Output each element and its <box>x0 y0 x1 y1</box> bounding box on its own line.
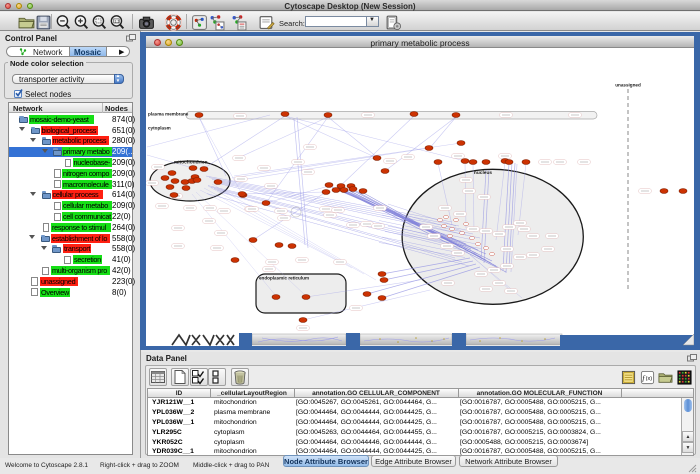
svg-text:1:1: 1:1 <box>115 19 120 23</box>
